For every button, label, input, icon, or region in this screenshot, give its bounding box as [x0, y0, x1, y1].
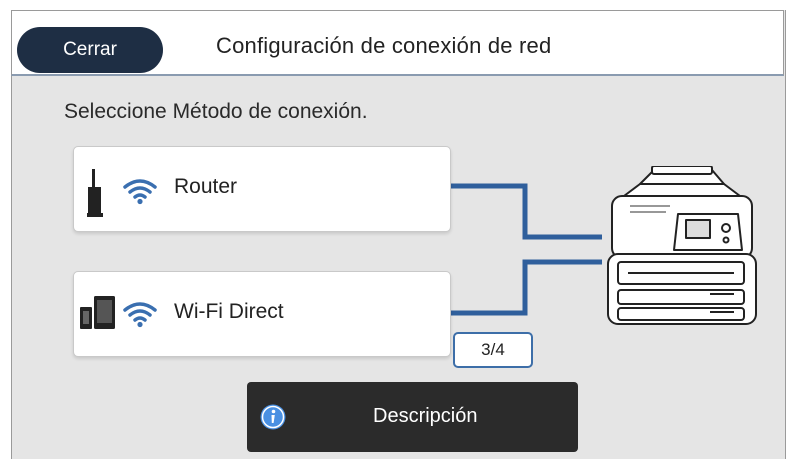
wifi-direct-option-button[interactable]: Wi-Fi Direct	[73, 271, 451, 357]
description-button[interactable]: Descripción	[247, 382, 578, 452]
screen: Cerrar Configuración de conexión de red …	[0, 0, 794, 459]
devices-icon	[80, 296, 115, 329]
router-option-label: Router	[174, 175, 238, 198]
router-connection-line	[450, 183, 602, 240]
page-indicator: 3/4	[453, 332, 533, 368]
printer-icon	[607, 166, 757, 325]
info-icon	[260, 404, 286, 430]
description-label: Descripción	[373, 405, 478, 427]
wifi-icon	[123, 179, 157, 205]
wifi-icon	[123, 302, 157, 328]
router-icon	[87, 169, 103, 217]
wifi-direct-connection-line	[450, 259, 602, 316]
wifi-direct-option-label: Wi-Fi Direct	[174, 300, 284, 323]
router-option-button[interactable]: Router	[73, 146, 451, 232]
